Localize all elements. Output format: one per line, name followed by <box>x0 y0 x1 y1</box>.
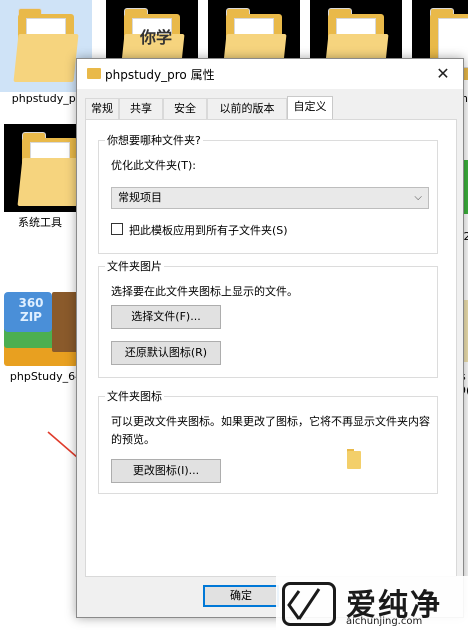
group-folder-pictures: 文件夹图片 选择要在此文件夹图标上显示的文件。 选择文件(F)... 还原默认图… <box>98 258 438 378</box>
watermark-logo-icon <box>282 582 336 626</box>
tab-security[interactable]: 安全 <box>163 98 207 119</box>
optimize-selected-value: 常规项目 <box>118 191 162 204</box>
close-button[interactable]: ✕ <box>423 59 463 89</box>
folder-icon-preview <box>347 449 363 469</box>
apply-subfolders-checkbox[interactable] <box>111 223 123 235</box>
watermark: 爱纯净 aichunjing.com <box>276 576 468 634</box>
tab-customize[interactable]: 自定义 <box>287 96 333 120</box>
folder-icons-description-line1: 可以更改文件夹图标。如果更改了图标，它将不再显示文件夹内容 <box>111 415 430 428</box>
ok-button[interactable]: 确定 <box>203 585 279 607</box>
group-title: 文件夹图标 <box>105 388 164 404</box>
optimize-select[interactable]: 常规项目 ⌵ <box>111 187 429 209</box>
watermark-url: aichunjing.com <box>346 616 423 627</box>
folder-icon <box>87 68 101 79</box>
group-title: 文件夹图片 <box>105 258 164 274</box>
group-folder-type: 你想要哪种文件夹? 优化此文件夹(T): 常规项目 ⌵ 把此模板应用到所有子文件… <box>98 132 438 254</box>
group-title: 你想要哪种文件夹? <box>105 132 203 148</box>
folder-icons-description-line2: 的预览。 <box>111 433 155 446</box>
dialog-title: phpstudy_pro 属性 <box>105 68 215 82</box>
optimize-label: 优化此文件夹(T): <box>111 159 197 172</box>
folder-pictures-description: 选择要在此文件夹图标上显示的文件。 <box>111 285 298 298</box>
title-bar[interactable]: phpstudy_pro 属性 ✕ <box>77 59 463 89</box>
group-folder-icons: 文件夹图标 可以更改文件夹图标。如果更改了图标，它将不再显示文件夹内容 的预览。… <box>98 388 438 494</box>
tab-general[interactable]: 常规 <box>85 98 119 119</box>
change-icon-button[interactable]: 更改图标(I)... <box>111 459 221 483</box>
chevron-down-icon: ⌵ <box>414 192 422 203</box>
choose-file-button[interactable]: 选择文件(F)... <box>111 305 221 329</box>
apply-subfolders-label[interactable]: 把此模板应用到所有子文件夹(S) <box>129 222 288 238</box>
tab-sharing[interactable]: 共享 <box>119 98 163 119</box>
tab-strip: 常规 共享 安全 以前的版本 自定义 <box>85 96 457 120</box>
restore-default-button[interactable]: 还原默认图标(R) <box>111 341 221 365</box>
properties-dialog: phpstudy_pro 属性 ✕ 常规 共享 安全 以前的版本 自定义 你想要… <box>76 58 464 618</box>
tab-previous-versions[interactable]: 以前的版本 <box>207 98 287 119</box>
tab-panel-customize: 你想要哪种文件夹? 优化此文件夹(T): 常规项目 ⌵ 把此模板应用到所有子文件… <box>85 119 457 577</box>
